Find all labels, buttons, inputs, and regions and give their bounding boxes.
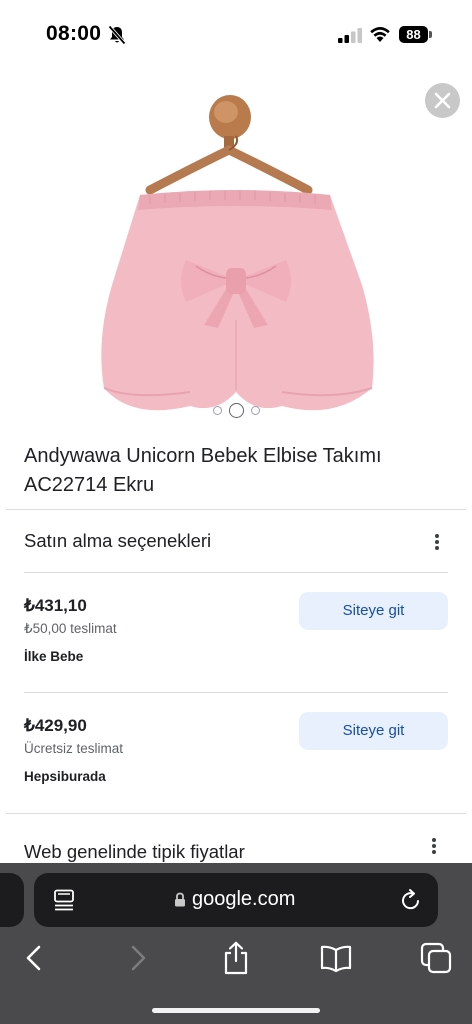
offer-shipping: Ücretsiz teslimat [24,741,124,756]
status-bar: 08:00 88 [0,0,472,70]
offer-price: ₺429,90 [24,716,87,735]
share-icon[interactable] [219,941,253,975]
signal-icon [338,28,362,43]
offer-seller: İlke Bebe [24,649,84,664]
purchase-options-header: Satın alma seçenekleri [24,530,212,551]
battery-level: 88 [399,26,428,43]
browser-toolbar: google.com [0,863,472,1024]
carousel-dot[interactable] [250,405,260,415]
reload-icon[interactable] [400,888,422,912]
close-button[interactable] [425,83,460,118]
divider [6,813,466,814]
bookmarks-icon[interactable] [319,941,353,975]
offer-seller: Hepsiburada [24,769,106,784]
visit-site-button[interactable]: Siteye git [299,592,448,630]
more-vert-icon[interactable] [434,532,440,552]
offer-price: ₺431,10 [24,596,87,615]
wifi-icon [370,26,390,42]
divider [24,572,448,573]
offer-shipping: ₺50,00 teslimat [24,621,117,636]
url-text[interactable]: google.com [192,888,295,911]
divider [6,509,466,510]
product-image[interactable] [0,70,472,430]
lock-icon [175,892,185,907]
status-time: 08:00 [46,22,102,45]
reader-icon[interactable] [54,889,74,911]
divider [24,692,448,693]
previous-tab[interactable] [0,873,24,927]
close-icon [434,92,451,109]
bell-slash-icon [108,25,126,45]
product-title: Andywawa Unicorn Bebek Elbise Takımı AC2… [24,445,382,496]
forward-icon[interactable] [120,941,154,975]
home-indicator [152,1008,320,1013]
typical-prices-header: Web genelinde tipik fiyatlar [24,841,245,862]
more-vert-icon[interactable] [431,836,437,856]
image-carousel-dots[interactable] [0,401,472,419]
battery-indicator: 88 [399,26,432,43]
address-bar[interactable]: google.com [34,873,438,927]
visit-site-button[interactable]: Siteye git [299,712,448,750]
tabs-icon[interactable] [419,941,453,975]
carousel-dot[interactable] [212,405,222,415]
back-icon[interactable] [18,941,52,975]
carousel-dot-active[interactable] [228,402,244,418]
